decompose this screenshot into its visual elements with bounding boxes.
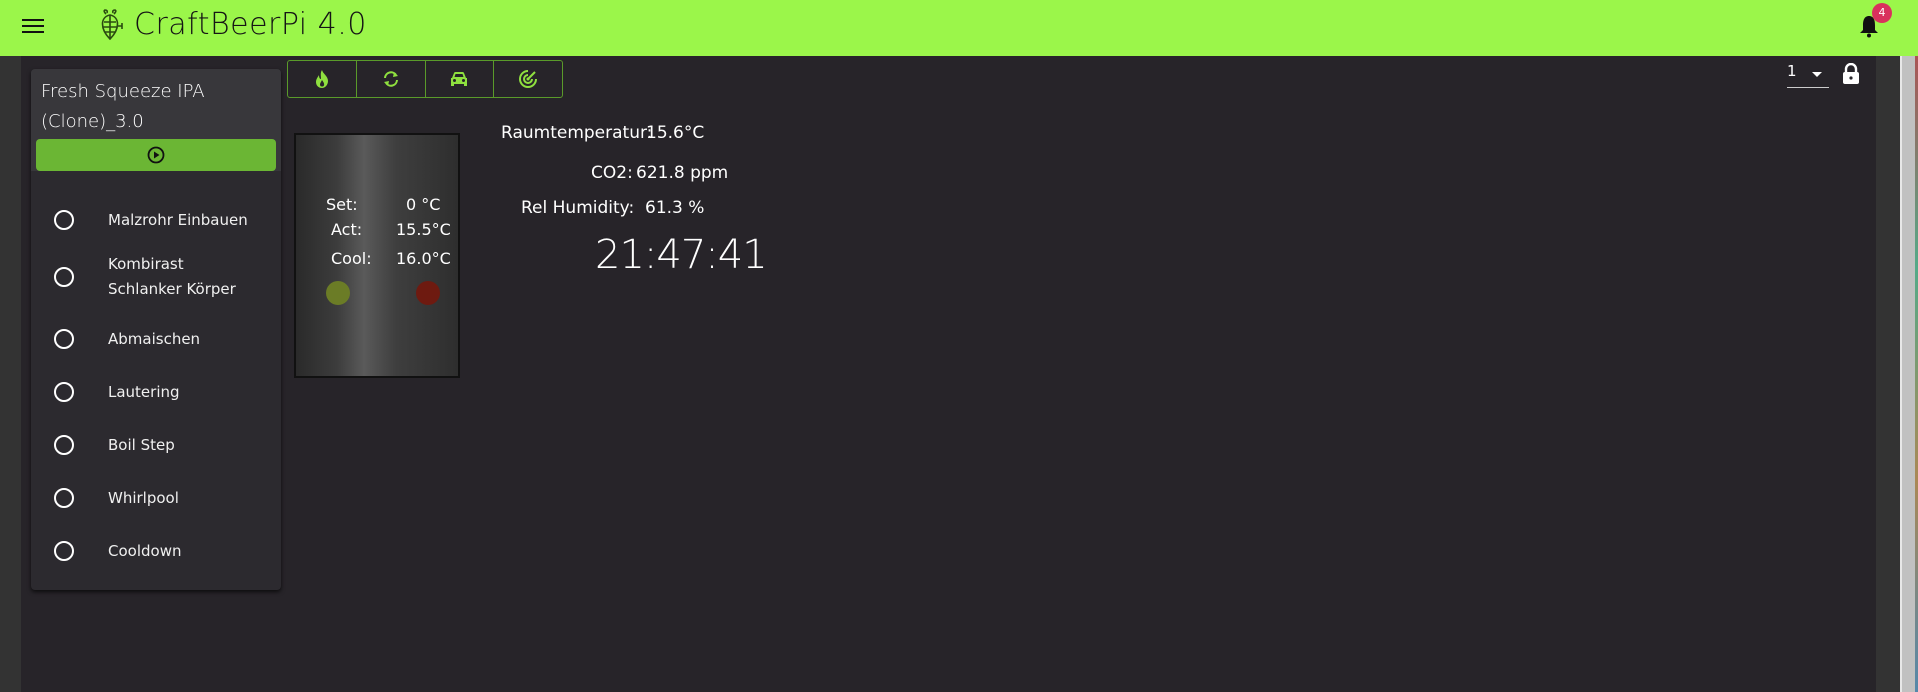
- target-icon: [519, 70, 538, 88]
- step-item[interactable]: Abmaischen: [31, 326, 281, 352]
- cool-temperature: 16.0°C: [396, 249, 451, 268]
- step-label: Boil Step: [108, 435, 175, 454]
- clock: 21:47:41: [595, 232, 768, 278]
- actor-toolbar: [287, 60, 563, 98]
- actual-label: Act:: [331, 220, 363, 239]
- step-item[interactable]: Malzrohr Einbauen: [31, 207, 281, 233]
- step-status-radio-icon[interactable]: [54, 210, 74, 230]
- step-item[interactable]: Boil Step: [31, 432, 281, 458]
- dashboard-select-value: 1: [1787, 62, 1797, 80]
- step-label: Malzrohr Einbauen: [108, 210, 248, 229]
- step-status-radio-icon[interactable]: [54, 329, 74, 349]
- recipe-name: Fresh Squeeze IPA (Clone)_3.0: [41, 81, 205, 132]
- chevron-down-icon: [1812, 72, 1822, 77]
- lock-icon[interactable]: [1842, 63, 1860, 85]
- sensor-toggle-button[interactable]: [494, 61, 562, 97]
- actual-temperature: 15.5°C: [396, 220, 451, 239]
- step-status-radio-icon[interactable]: [54, 488, 74, 508]
- flame-icon: [315, 70, 328, 88]
- pump-toggle-button[interactable]: [357, 61, 426, 97]
- step-item[interactable]: Lautering: [31, 379, 281, 405]
- recipe-steps-card: Fresh Squeeze IPA (Clone)_3.0 Malzrohr E…: [31, 69, 281, 590]
- heater-toggle-button[interactable]: [288, 61, 357, 97]
- step-label: Lautering: [108, 382, 180, 401]
- cool-label: Cool:: [331, 249, 372, 268]
- step-label: Kombirast Schlanker Körper: [108, 255, 236, 298]
- dashboard-select[interactable]: 1: [1787, 60, 1829, 88]
- right-gutter: [1876, 56, 1900, 692]
- app-title: CraftBeerPi 4.0: [134, 7, 367, 42]
- humidity-label: Rel Humidity:: [521, 198, 635, 218]
- notification-badge: 4: [1872, 3, 1892, 23]
- step-label: Whirlpool: [108, 488, 179, 507]
- car-icon: [451, 72, 468, 86]
- humidity-value: 61.3 %: [645, 198, 705, 218]
- step-label: Cooldown: [108, 541, 182, 560]
- step-status-radio-icon[interactable]: [54, 435, 74, 455]
- hop-logo-icon: [101, 9, 123, 41]
- step-status-radio-icon[interactable]: [54, 382, 74, 402]
- play-circle-icon: [147, 146, 165, 164]
- room-temperature-value: 15.6°C: [646, 123, 705, 143]
- room-temperature-label: Raumtemperatur:: [501, 123, 653, 143]
- step-status-radio-icon[interactable]: [54, 267, 74, 287]
- set-temperature: 0 °C: [406, 195, 441, 214]
- menu-icon[interactable]: [22, 16, 44, 34]
- vertical-scrollbar[interactable]: [1900, 56, 1915, 692]
- left-gutter: [0, 56, 21, 692]
- co2-label: CO2:: [591, 163, 633, 183]
- step-status-radio-icon[interactable]: [54, 541, 74, 561]
- cooler-status-indicator: [416, 281, 440, 305]
- sync-icon: [383, 71, 398, 87]
- step-label: Abmaischen: [108, 329, 201, 348]
- set-label: Set:: [326, 195, 358, 214]
- top-app-bar: CraftBeerPi 4.0 4: [0, 0, 1918, 56]
- agitator-toggle-button[interactable]: [426, 61, 495, 97]
- step-item[interactable]: Whirlpool: [31, 485, 281, 511]
- start-recipe-button[interactable]: [36, 139, 276, 171]
- step-item[interactable]: Kombirast Schlanker Körper: [31, 252, 281, 302]
- co2-value: 621.8 ppm: [636, 163, 729, 183]
- step-item[interactable]: Cooldown: [31, 538, 281, 564]
- kettle-widget[interactable]: Set: 0 °C Act: 15.5°C Cool: 16.0°C: [294, 133, 460, 378]
- heater-status-indicator: [326, 281, 350, 305]
